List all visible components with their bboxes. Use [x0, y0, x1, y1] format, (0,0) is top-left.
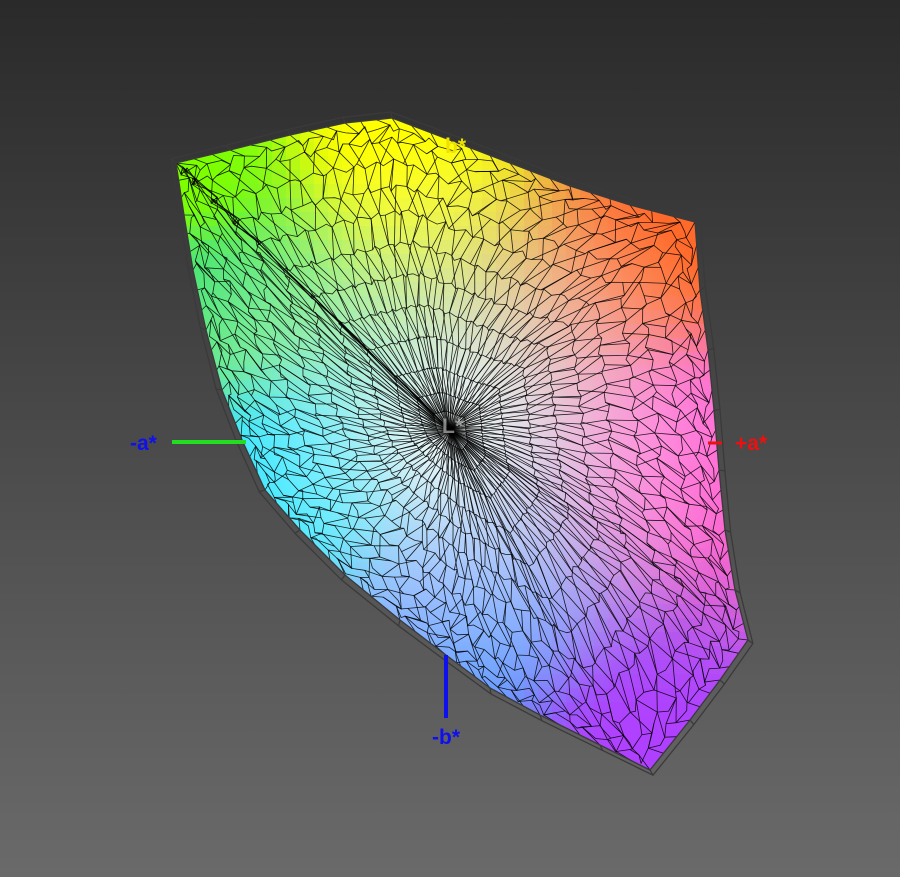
neg-b-axis-label: -b*	[432, 726, 461, 749]
gamut-canvas: -a* +a* b* -b* L*	[0, 0, 900, 877]
neg-a-axis-label: -a*	[130, 432, 158, 455]
gamut-view: -a* +a* b* -b* L*	[0, 0, 900, 877]
center-l-label: L*	[442, 415, 464, 438]
pos-b-axis-label: b*	[445, 135, 467, 158]
pos-a-axis-label: +a*	[735, 432, 768, 455]
